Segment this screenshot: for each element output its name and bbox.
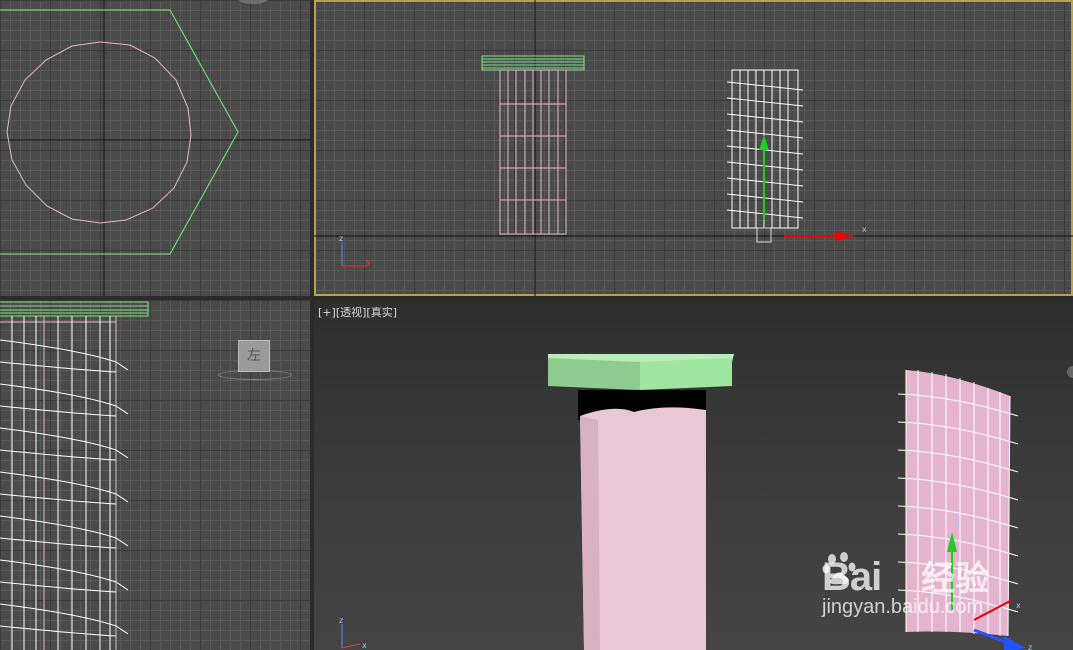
viewcube-persp[interactable] <box>1067 366 1073 378</box>
viewport-front[interactable]: x z <box>314 0 1073 296</box>
bolt-head-shaded <box>548 354 734 390</box>
gizmo-x-label: x <box>862 225 867 234</box>
baidu-jingyan-text: 经验 <box>921 560 990 598</box>
tripod-z-label: z <box>339 234 343 243</box>
baidu-watermark: Bai 经验 jingyan.baidu.com <box>822 551 989 619</box>
thread-coil-wire-left <box>0 316 129 650</box>
axis-tripod: z <box>339 234 370 267</box>
top-view-scene <box>0 0 310 296</box>
persp-gizmo-z-label: z <box>1028 643 1032 650</box>
baidu-url: jingyan.baidu.com <box>822 596 984 618</box>
viewport-perspective[interactable]: [+][透视][真实] y x z z x Bai 经验 jingyan.bai… <box>314 300 1073 650</box>
persp-gizmo-y-label: y <box>955 519 960 528</box>
axis-tripod-persp: z x <box>339 616 367 650</box>
viewcube-face-left[interactable]: 左 <box>238 340 270 372</box>
bolt-shaft-wire <box>499 69 567 235</box>
persp-tripod-x-label: x <box>362 641 367 650</box>
viewport-left[interactable]: 左 <box>0 300 310 650</box>
viewport-top[interactable] <box>0 0 310 296</box>
viewcube-left[interactable]: 左 <box>218 340 292 380</box>
bolt-shaft-shaded <box>578 390 706 650</box>
bolt-head-wire <box>481 55 585 71</box>
paw-icon <box>822 552 919 594</box>
bolt-head-wire-left <box>0 301 149 317</box>
front-view-scene: x z <box>314 0 1073 296</box>
persp-tripod-z-label: z <box>339 616 343 625</box>
hexagon-head-wire <box>0 9 239 255</box>
bolt-shaft-circle-wire <box>6 41 192 224</box>
persp-gizmo-x-label: x <box>1016 601 1021 610</box>
